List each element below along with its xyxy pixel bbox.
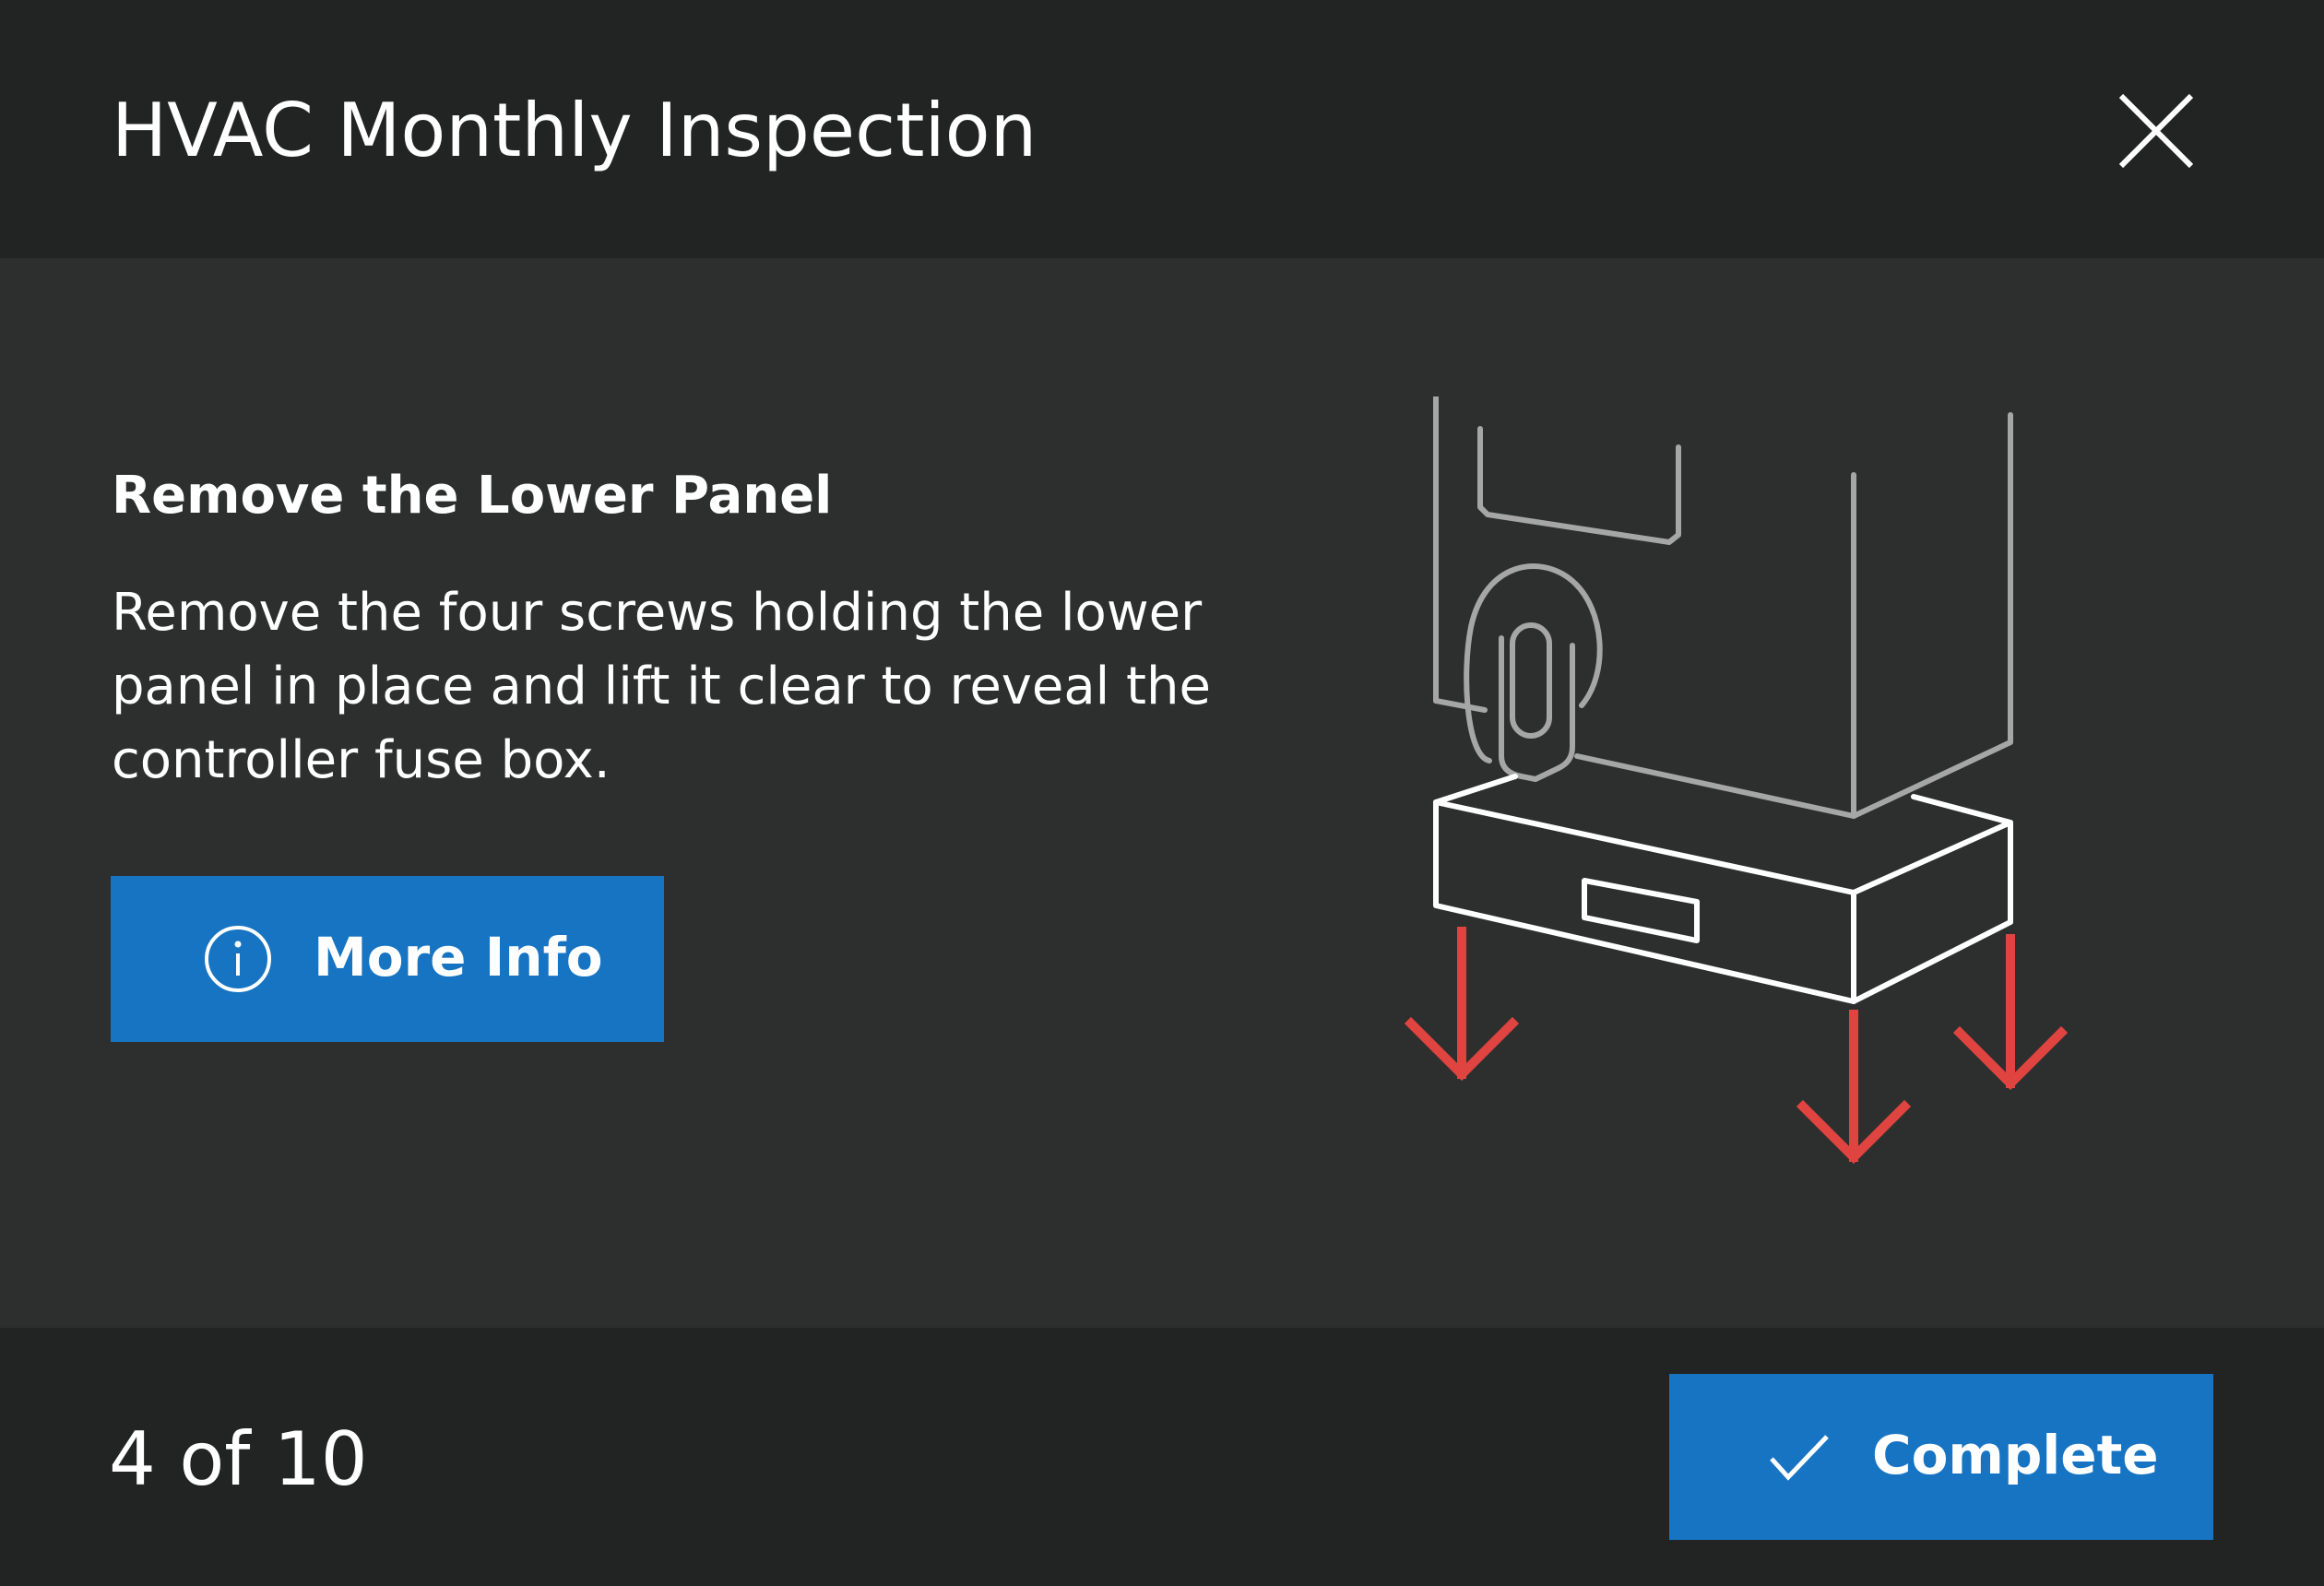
more-info-label: More Info bbox=[314, 926, 603, 988]
step-progress: 4 of 10 bbox=[109, 1416, 368, 1502]
lift-arrows bbox=[1404, 927, 2069, 1165]
checkmark-icon bbox=[1766, 1427, 1832, 1486]
step-description: Remove the four screws holding the lower… bbox=[112, 583, 1211, 790]
close-icon bbox=[2118, 93, 2194, 169]
dialog-title: HVAC Monthly Inspection bbox=[112, 88, 1038, 173]
more-info-button[interactable]: More Info bbox=[111, 876, 664, 1042]
close-button[interactable] bbox=[2110, 85, 2202, 177]
dialog-footer: 4 of 10 Complete bbox=[0, 1328, 2324, 1586]
complete-label: Complete bbox=[1872, 1424, 2159, 1486]
dialog-body: Remove the Lower Panel Remove the four s… bbox=[0, 258, 2324, 1328]
lower-panel-illustration bbox=[1383, 396, 2084, 1208]
lower-panel bbox=[1433, 774, 2013, 1004]
info-icon bbox=[203, 924, 273, 994]
inspection-dialog: HVAC Monthly Inspection Remove the Lower… bbox=[0, 0, 2324, 1586]
step-heading: Remove the Lower Panel bbox=[112, 466, 833, 526]
unit-housing bbox=[1433, 396, 2013, 819]
dialog-header: HVAC Monthly Inspection bbox=[0, 0, 2324, 258]
complete-button[interactable]: Complete bbox=[1669, 1374, 2213, 1540]
